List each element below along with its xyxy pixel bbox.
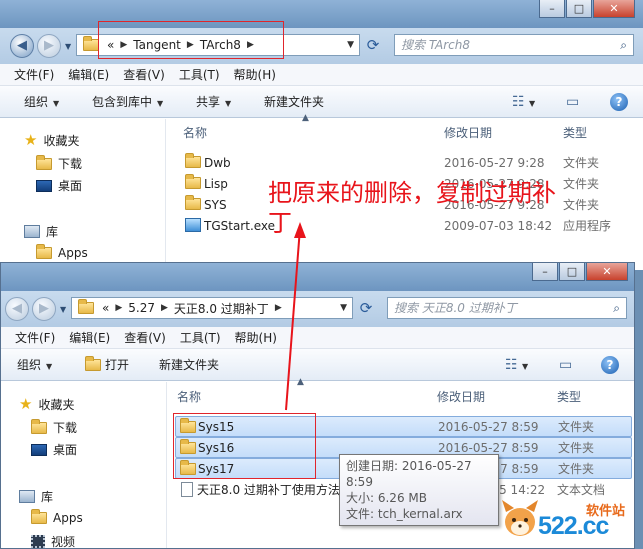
annotation-arrow xyxy=(285,222,306,411)
site-watermark: 软件站 522.cc xyxy=(500,496,640,546)
arrow-head xyxy=(294,222,306,238)
fox-logo-icon xyxy=(502,500,538,536)
watermark-domain: 522.cc xyxy=(538,512,609,540)
arrow-line xyxy=(285,227,301,411)
